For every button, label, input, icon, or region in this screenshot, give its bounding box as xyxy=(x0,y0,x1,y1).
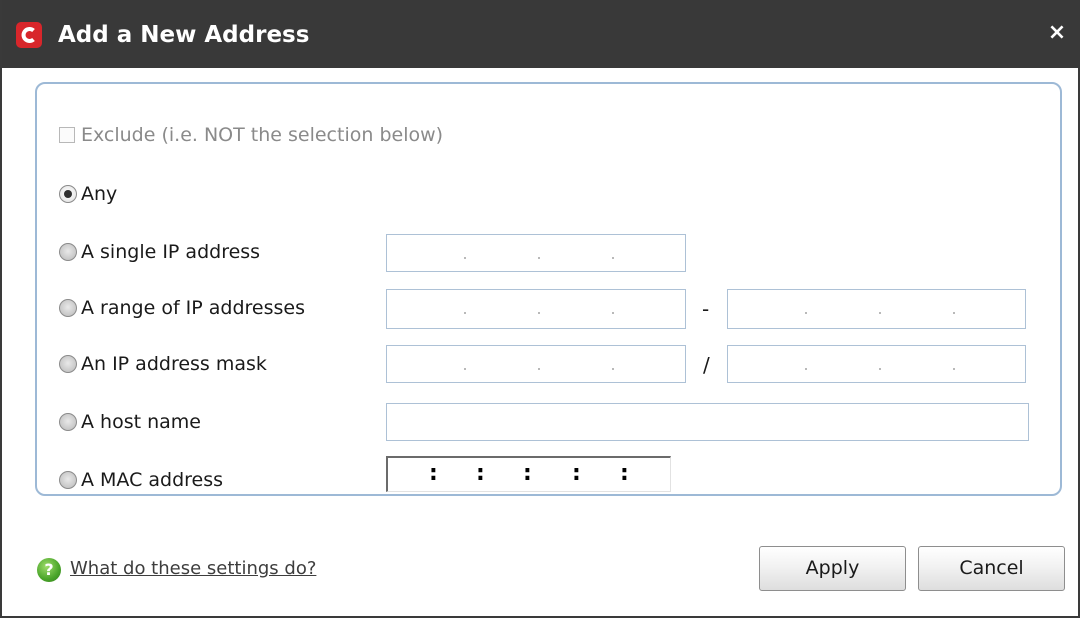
ip-octet-dot xyxy=(464,368,466,370)
radio-host-name-label: A host name xyxy=(81,411,201,433)
radio-mac-address[interactable] xyxy=(59,471,77,489)
exclude-option[interactable]: Exclude (i.e. NOT the selection below) xyxy=(59,121,443,149)
ip-range-start-input[interactable] xyxy=(386,289,686,329)
ip-mask-address-input[interactable] xyxy=(386,345,686,383)
exclude-label: Exclude (i.e. NOT the selection below) xyxy=(81,124,444,146)
cancel-button[interactable]: Cancel xyxy=(918,546,1065,591)
radio-selected-dot xyxy=(64,190,72,198)
ip-octet-dot xyxy=(953,368,955,370)
ip-octet-dot xyxy=(464,312,466,314)
radio-single-ip[interactable] xyxy=(59,243,77,261)
radio-any-option[interactable]: Any xyxy=(59,180,117,208)
radio-host-name[interactable] xyxy=(59,413,77,431)
radio-any-label: Any xyxy=(81,183,118,205)
radio-ip-mask[interactable] xyxy=(59,355,77,373)
mac-separator: : xyxy=(620,461,629,486)
radio-single-ip-label: A single IP address xyxy=(81,241,261,263)
range-separator: - xyxy=(702,297,710,321)
radio-single-ip-option[interactable]: A single IP address xyxy=(59,238,260,266)
mac-separator: : xyxy=(476,461,485,486)
radio-host-name-option[interactable]: A host name xyxy=(59,408,201,436)
ip-octet-dot xyxy=(879,368,881,370)
mask-separator: / xyxy=(703,353,710,377)
single-ip-input[interactable] xyxy=(386,234,686,272)
radio-ip-range-label: A range of IP addresses xyxy=(81,297,306,319)
radio-ip-range-option[interactable]: A range of IP addresses xyxy=(59,294,305,322)
question-help-icon[interactable]: ? xyxy=(37,558,61,582)
ip-octet-dot xyxy=(805,312,807,314)
ip-octet-dot xyxy=(612,368,614,370)
ip-octet-dot xyxy=(612,257,614,259)
host-name-input[interactable] xyxy=(386,403,1029,441)
radio-ip-mask-label: An IP address mask xyxy=(81,353,267,375)
ip-octet-dot xyxy=(953,312,955,314)
ip-octet-dot xyxy=(464,257,466,259)
ip-octet-dot xyxy=(879,312,881,314)
mac-separator: : xyxy=(572,461,581,486)
exclude-checkbox[interactable] xyxy=(59,127,75,143)
ip-octet-dot xyxy=(538,257,540,259)
mac-address-input[interactable]: : : : : : xyxy=(386,456,671,492)
close-icon[interactable]: × xyxy=(1044,20,1070,46)
dialog-title: Add a New Address xyxy=(58,22,310,48)
radio-mac-address-label: A MAC address xyxy=(81,469,224,491)
ip-octet-dot xyxy=(805,368,807,370)
mac-separator: : xyxy=(523,461,532,486)
add-address-dialog: Add a New Address × Exclude (i.e. NOT th… xyxy=(0,0,1080,618)
radio-any[interactable] xyxy=(59,185,77,203)
radio-ip-mask-option[interactable]: An IP address mask xyxy=(59,350,267,378)
ip-octet-dot xyxy=(612,312,614,314)
apply-button[interactable]: Apply xyxy=(759,546,906,591)
ip-mask-input[interactable] xyxy=(727,345,1026,383)
radio-ip-range[interactable] xyxy=(59,299,77,317)
help-link[interactable]: What do these settings do? xyxy=(70,557,316,581)
radio-mac-address-option[interactable]: A MAC address xyxy=(59,466,223,494)
title-bar[interactable]: Add a New Address × xyxy=(2,0,1080,68)
ip-octet-dot xyxy=(538,312,540,314)
comodo-logo-icon xyxy=(16,22,42,48)
mac-separator: : xyxy=(429,461,438,486)
ip-range-end-input[interactable] xyxy=(727,289,1026,329)
ip-octet-dot xyxy=(538,368,540,370)
